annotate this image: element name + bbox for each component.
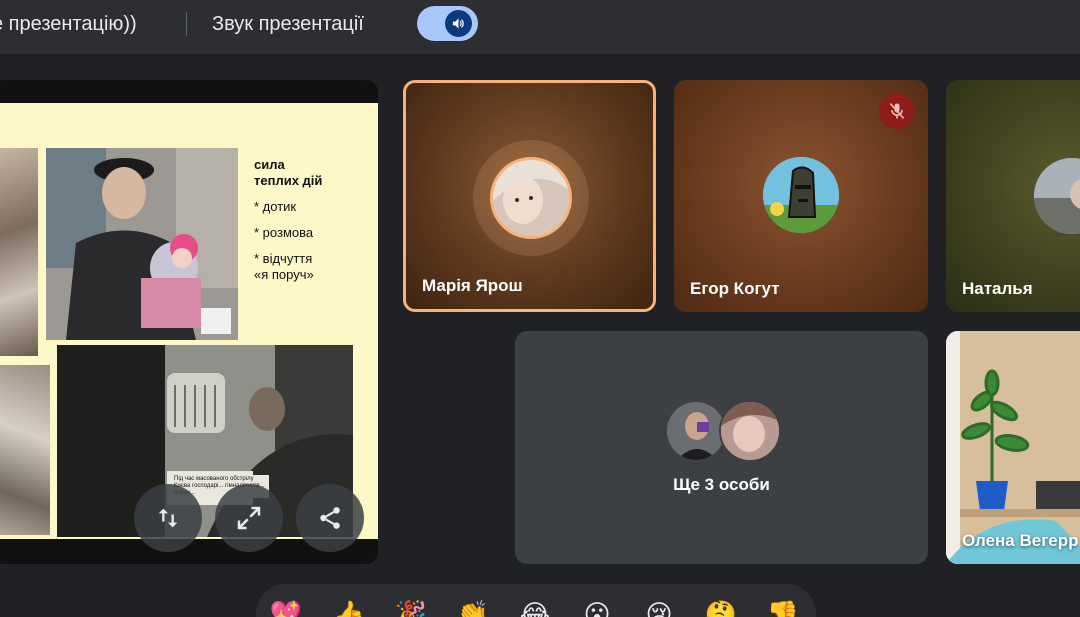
stop-presenting-label[interactable]: е презентацію)) [0,13,137,36]
volume-icon [445,10,472,37]
share-icon [320,507,340,529]
divider [186,12,187,36]
participant-tile-maria[interactable]: Марія Ярош [403,80,656,312]
participant-name: Егор Когут [690,279,780,298]
emoji-thinking[interactable]: 🤔 [703,596,739,617]
slide-photo-grandfather [46,148,238,340]
presentation-sound-label: Звук презентації [212,13,364,35]
presentation-topbar: е презентацію)) Звук презентації [0,0,1080,54]
swap-layout-button[interactable] [134,484,202,552]
participant-name: Марія Ярош [422,276,523,295]
participant-tile-egor[interactable]: Егор Когут [674,80,928,312]
emoji-thumbs-up[interactable]: 👍 [331,596,367,617]
emoji-clapping-hands[interactable]: 👏 [455,596,491,617]
slide-photo-left-bottom [0,365,50,535]
slide-heading-text: сила теплих дій [254,157,323,188]
share-button[interactable] [296,484,364,552]
avatar [490,157,572,239]
slide-bullet: * дотик [254,199,297,214]
more-participants-tile[interactable]: Ще 3 особи [515,331,928,564]
participant-tile-olena[interactable]: Олена Вегерр [946,331,1080,564]
mic-off-icon [889,102,905,120]
participant-name: Олена Вегерр [962,531,1079,550]
muted-badge [879,93,915,129]
avatar [719,400,781,462]
slide-heading: сила теплих дій [254,157,372,189]
reactions-bar: 💖 👍 🎉 👏 😂 😮 😢 🤔 👎 [256,584,816,617]
slide-bullet: * розмова [254,225,314,240]
emoji-surprised[interactable]: 😮 [579,596,615,617]
more-participants-label: Ще 3 особи [673,475,770,494]
emoji-crying[interactable]: 😢 [641,596,677,617]
slide-bullet: * відчуття «я поруч» [254,251,314,282]
avatar [665,400,727,462]
presentation-slide: сила теплих дій * дотик * розмова * відч… [0,103,378,539]
emoji-tears-of-joy[interactable]: 😂 [517,596,553,617]
avatar [763,157,839,233]
fullscreen-button[interactable] [215,484,283,552]
expand-icon [237,506,261,530]
emoji-thumbs-down[interactable]: 👎 [765,596,801,617]
participant-video [946,331,1080,564]
slide-photo-left-top [0,148,38,356]
swap-vertical-icon [158,508,178,528]
presentation-tile[interactable]: сила теплих дій * дотик * розмова * відч… [0,80,378,564]
avatar [1034,158,1080,234]
presentation-sound-toggle[interactable] [417,6,478,41]
participant-name: Наталья [962,279,1033,298]
emoji-sparkling-heart[interactable]: 💖 [268,596,304,617]
emoji-party-popper[interactable]: 🎉 [393,596,429,617]
participant-tile-natalia[interactable]: Наталья [946,80,1080,312]
meet-window: е презентацію)) Звук презентації сила те… [0,0,1080,617]
